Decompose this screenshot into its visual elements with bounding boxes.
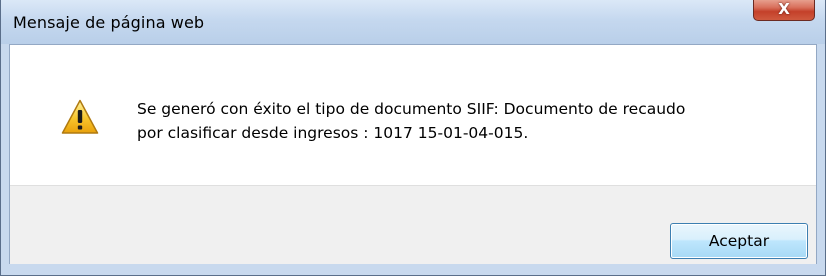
- button-bar: Aceptar: [10, 185, 816, 264]
- message-dialog: Mensaje de página web X Se generó con éx…: [0, 0, 826, 276]
- close-icon: X: [778, 0, 790, 18]
- title-bar[interactable]: Mensaje de página web X: [1, 0, 825, 44]
- dialog-content: Se generó con éxito el tipo de documento…: [9, 44, 817, 264]
- window-title: Mensaje de página web: [13, 13, 205, 32]
- message-line-2: por clasificar desde ingresos : 1017 15-…: [137, 124, 529, 142]
- accept-button[interactable]: Aceptar: [670, 223, 808, 259]
- message-area: Se generó con éxito el tipo de documento…: [10, 45, 816, 185]
- message-text: Se generó con éxito el tipo de documento…: [137, 97, 797, 145]
- warning-icon: [61, 99, 99, 134]
- close-button[interactable]: X: [753, 0, 815, 21]
- message-line-1: Se generó con éxito el tipo de documento…: [137, 100, 686, 118]
